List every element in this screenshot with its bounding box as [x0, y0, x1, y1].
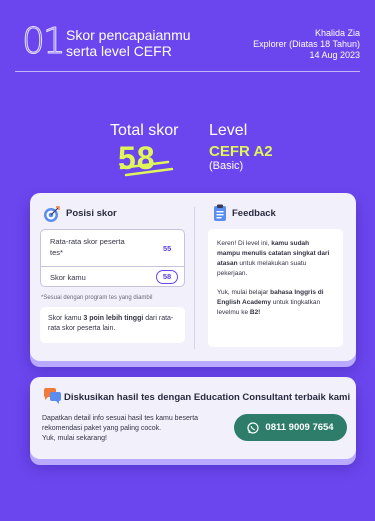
position-title: Posisi skor [66, 208, 117, 219]
user-name: Khalida Zia [314, 28, 360, 38]
report-header: 01 Skor pencapaianmu serta level CEFR Kh… [0, 0, 375, 72]
cta-desc-line1: Dapatkan detail info sesuai hasil tes ka… [42, 415, 199, 422]
score-comparison-table: Rata-rata skor peserta tes* 55 Skor kamu… [40, 229, 185, 287]
cta-desc-line2: rekomendasi paket yang paling cocok. [42, 425, 162, 432]
cta-description: Dapatkan detail info sesuai hasil tes ka… [42, 414, 232, 444]
score-underline-decoration [119, 160, 174, 177]
average-score-label: Rata-rata skor peserta tes* [50, 237, 125, 257]
user-category: Explorer (Diatas 18 Tahun) [253, 39, 360, 49]
compare-prefix: Skor kamu [48, 315, 84, 322]
whatsapp-phone-number: 0811 9009 7654 [265, 422, 334, 433]
level-value: CEFR A2 [209, 143, 273, 160]
feedback-title: Feedback [232, 208, 276, 219]
target-icon [44, 206, 60, 222]
user-info: Khalida Zia Explorer (Diatas 18 Tahun) 1… [253, 28, 360, 61]
consultant-cta-card: Diskusikan hasil tes dengan Education Co… [30, 377, 356, 459]
clipboard-icon [214, 204, 226, 221]
cta-title: Diskusikan hasil tes dengan Education Co… [64, 392, 351, 403]
your-score-label: Skor kamu [50, 273, 86, 282]
feedback-paragraph-2: Yuk, mulai belajar bahasa Inggris di Eng… [217, 288, 334, 318]
section-title-line1: Skor pencapaianmu [66, 27, 191, 43]
section-title-line2: serta level CEFR [66, 43, 172, 59]
section-title: Skor pencapaianmu serta level CEFR [66, 27, 191, 59]
card-divider [194, 207, 195, 349]
section-number: 01 [22, 21, 67, 62]
feedback-p2-target: B2! [249, 309, 261, 316]
your-score-row: Skor kamu 58 [41, 266, 184, 287]
header-divider [15, 71, 360, 72]
whatsapp-icon [247, 421, 260, 434]
report-date: 14 Aug 2023 [309, 50, 360, 60]
chat-bubbles-icon [44, 388, 61, 404]
score-footnote: *Sesuai dengan program tes yang diambil [41, 295, 153, 301]
average-score-value: 55 [163, 244, 172, 253]
feedback-p2-prefix: Yuk, mulai belajar [217, 289, 271, 296]
cta-desc-line3: Yuk, mulai sekarang! [42, 435, 107, 442]
feedback-p1-prefix: Keren! Di level ini, [217, 240, 272, 247]
whatsapp-contact-button[interactable]: 0811 9009 7654 [234, 414, 347, 441]
average-score-row: Rata-rata skor peserta tes* 55 [41, 230, 184, 266]
total-score-label: Total skor [110, 122, 179, 139]
level-label: Level [209, 122, 248, 139]
feedback-text: Keren! Di level ini, kamu sudah mampu me… [208, 229, 343, 347]
level-description: (Basic) [209, 160, 244, 172]
score-details-card: Posisi skor Rata-rata skor peserta tes* … [30, 193, 356, 361]
score-comparison-note: Skor kamu 3 poin lebih tinggi dari rata-… [40, 307, 185, 343]
compare-highlight: 3 poin lebih tinggi [83, 315, 144, 322]
your-score-badge: 58 [156, 270, 178, 284]
feedback-paragraph-1: Keren! Di level ini, kamu sudah mampu me… [217, 239, 334, 279]
